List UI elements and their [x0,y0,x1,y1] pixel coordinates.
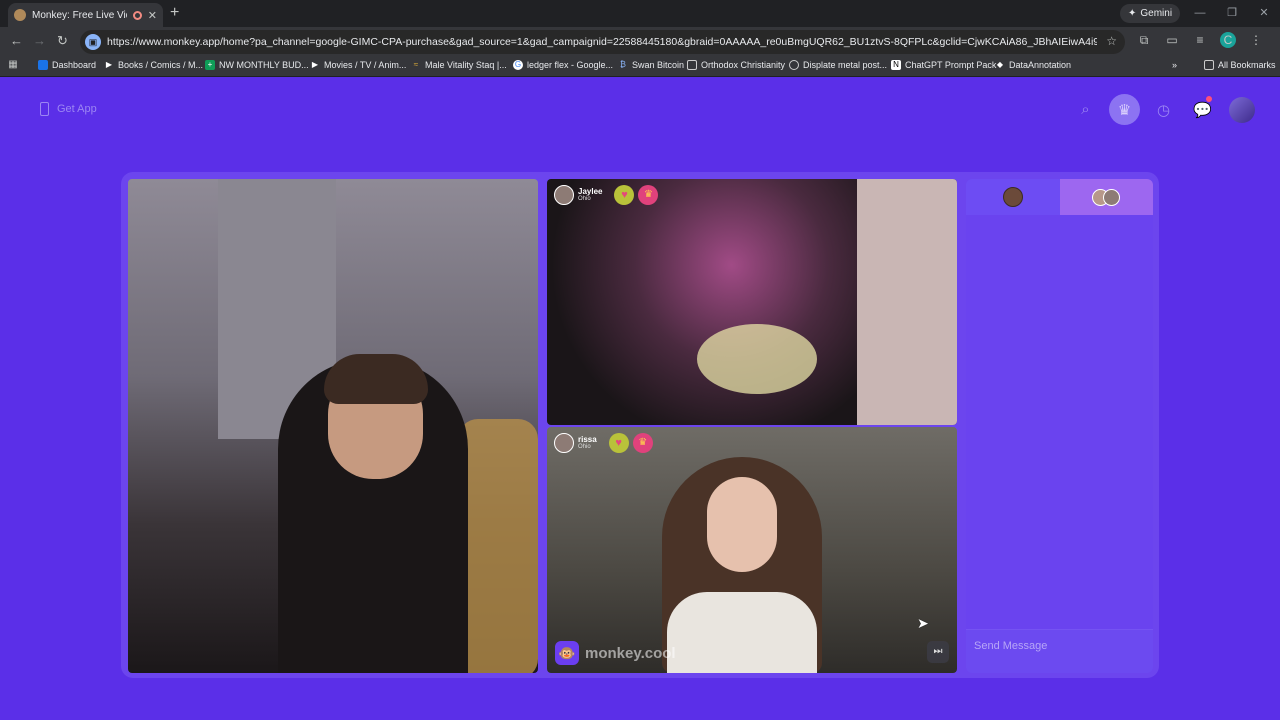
bookmark-item[interactable]: + NW MONTHLY BUD... [205,60,309,70]
avatar [554,185,574,205]
close-tab-icon[interactable]: ✕ [148,9,157,22]
monkey-favicon-icon [14,9,26,21]
new-tab-button[interactable]: + [170,4,179,22]
flame-icon: ≈ [413,60,419,69]
skip-next-button[interactable]: ⏭ [927,641,949,663]
sparkle-icon: ✦ [1128,8,1137,19]
heart-icon[interactable]: ♥ [614,185,635,205]
close-window-button[interactable]: ✕ [1248,0,1280,27]
crown-nav-icon[interactable]: ♛ [1109,94,1140,125]
bookmark-item[interactable]: ≈ Male Vitality Staq |... [411,60,507,70]
notification-dot [1206,96,1212,102]
chat-tab-group[interactable] [1059,179,1153,215]
user-location: Ohio [578,444,591,450]
history-clock-icon[interactable]: ◷ [1148,94,1179,125]
profile-nav[interactable] [1226,94,1257,125]
reload-icon[interactable]: ↻ [57,33,68,49]
back-arrow-icon[interactable]: ← [10,33,23,48]
more-bookmarks-icon[interactable]: » [1172,60,1177,70]
browser-tab-monkey[interactable]: Monkey: Free Live Video Ch ✕ [8,3,163,27]
get-app-link[interactable]: Get App [40,102,97,116]
folder-icon [1204,60,1214,70]
browser-toolbar: ← → ↻ ▣ https://www.monkey.app/home?pa_c… [0,27,1280,57]
bookmark-item[interactable]: Displate metal post... [789,60,887,70]
bookmark-item[interactable]: ₿ Swan Bitcoin [618,60,684,70]
bitcoin-icon: ₿ [620,60,626,69]
avatar [1103,188,1121,206]
bookmark-item[interactable]: ▶ Movies / TV / Anim... [310,60,406,70]
bookmark-item[interactable]: Gledger flex - Google... [513,60,613,70]
partner-video-jaylee: Jaylee Ohio ♥ ♛ [547,179,957,425]
chat-tab-single[interactable] [966,179,1060,215]
watermark-text: monkey.cool [585,644,676,662]
bookmark-star-icon[interactable]: ☆ [1106,34,1117,48]
media-controls-icon[interactable]: ≡ [1192,33,1208,47]
window-controls: — ❐ ✕ [1184,0,1280,27]
sheets-icon: + [205,60,215,70]
user-location: Ohio [578,196,591,202]
video-stage: Jaylee Ohio ♥ ♛ rissa Ohio ♥ ♛ 🐵 monkey.… [121,172,1159,678]
dataannotation-icon: ◆ [996,60,1004,69]
user-name: rissa [578,435,597,444]
send-message-input[interactable]: Send Message [966,629,1153,673]
cast-icon[interactable]: ▭ [1164,33,1180,47]
kebab-menu-icon[interactable]: ⋮ [1248,33,1264,47]
play-icon: ▶ [105,60,113,69]
crown-icon[interactable]: ♛ [632,433,653,453]
recording-indicator-icon [132,10,142,20]
apps-grid-icon[interactable]: ▦ [8,60,18,70]
cross-icon [687,60,697,70]
search-icon[interactable]: ⌕ [1070,94,1101,125]
google-icon: G [513,60,523,70]
forward-arrow-icon[interactable]: → [33,33,46,48]
monkey-watermark: 🐵 monkey.cool [555,641,676,665]
restore-button[interactable]: ❐ [1216,0,1248,27]
extensions-icon[interactable]: ⧉ [1136,33,1152,48]
profile-avatar[interactable]: C [1220,32,1236,48]
chat-bubble-icon[interactable]: 💬 [1187,94,1218,125]
windows-icon [38,60,48,70]
top-nav: ⌕ ♛ ◷ 💬 [1070,94,1257,125]
avatar [554,433,574,453]
site-info-icon[interactable]: ▣ [85,34,101,50]
play-icon: ▶ [311,60,319,69]
all-bookmarks-folder[interactable]: All Bookmarks [1204,60,1276,70]
partner-video-rissa: rissa Ohio ♥ ♛ 🐵 monkey.cool ⏭ ➤ [547,427,957,673]
notion-icon: N [891,60,901,70]
bookmark-item[interactable]: N ChatGPT Prompt Pack [891,60,996,70]
chat-tabs [966,179,1153,215]
get-app-label: Get App [57,103,97,115]
url-text[interactable]: https://www.monkey.app/home?pa_channel=g… [107,36,1097,48]
tab-title: Monkey: Free Live Video Ch [32,9,127,21]
minimize-button[interactable]: — [1184,0,1216,27]
bookmark-item[interactable]: ◆ DataAnnotation [995,60,1071,70]
bookmark-item[interactable]: Orthodox Christianity [687,60,785,70]
avatar [1002,187,1023,207]
bookmark-item[interactable]: ▶ Books / Comics / M... [104,60,203,70]
crown-icon[interactable]: ♛ [638,185,659,205]
user-chip[interactable]: Jaylee Ohio ♥ ♛ [554,185,659,205]
user-chip[interactable]: rissa Ohio ♥ ♛ [554,433,653,453]
monkey-page: Get App ⌕ ♛ ◷ 💬 Jaylee Ohio ♥ ♛ rissa Oh… [0,78,1280,720]
phone-icon [40,102,49,116]
toolbar-actions: ⧉ ▭ ≡ C ⋮ [1136,32,1264,48]
user-name: Jaylee [578,187,603,196]
gemini-button[interactable]: ✦ Gemini [1120,4,1181,23]
bookmark-item[interactable]: Dashboard [38,60,96,70]
address-bar[interactable]: ▣ https://www.monkey.app/home?pa_channel… [80,30,1125,54]
chat-panel: Send Message [966,179,1153,673]
monkey-logo-icon: 🐵 [555,641,579,665]
self-video [128,179,538,673]
bookmarks-bar: ▦ Dashboard ▶ Books / Comics / M... + NW M… [0,57,1280,77]
avatar [1228,96,1255,123]
displate-icon [789,60,799,70]
heart-icon[interactable]: ♥ [608,433,629,453]
gemini-label: Gemini [1140,8,1173,19]
browser-tabstrip: Monkey: Free Live Video Ch ✕ + ✦ Gemini … [0,0,1280,27]
mouse-cursor-icon: ➤ [917,615,929,631]
